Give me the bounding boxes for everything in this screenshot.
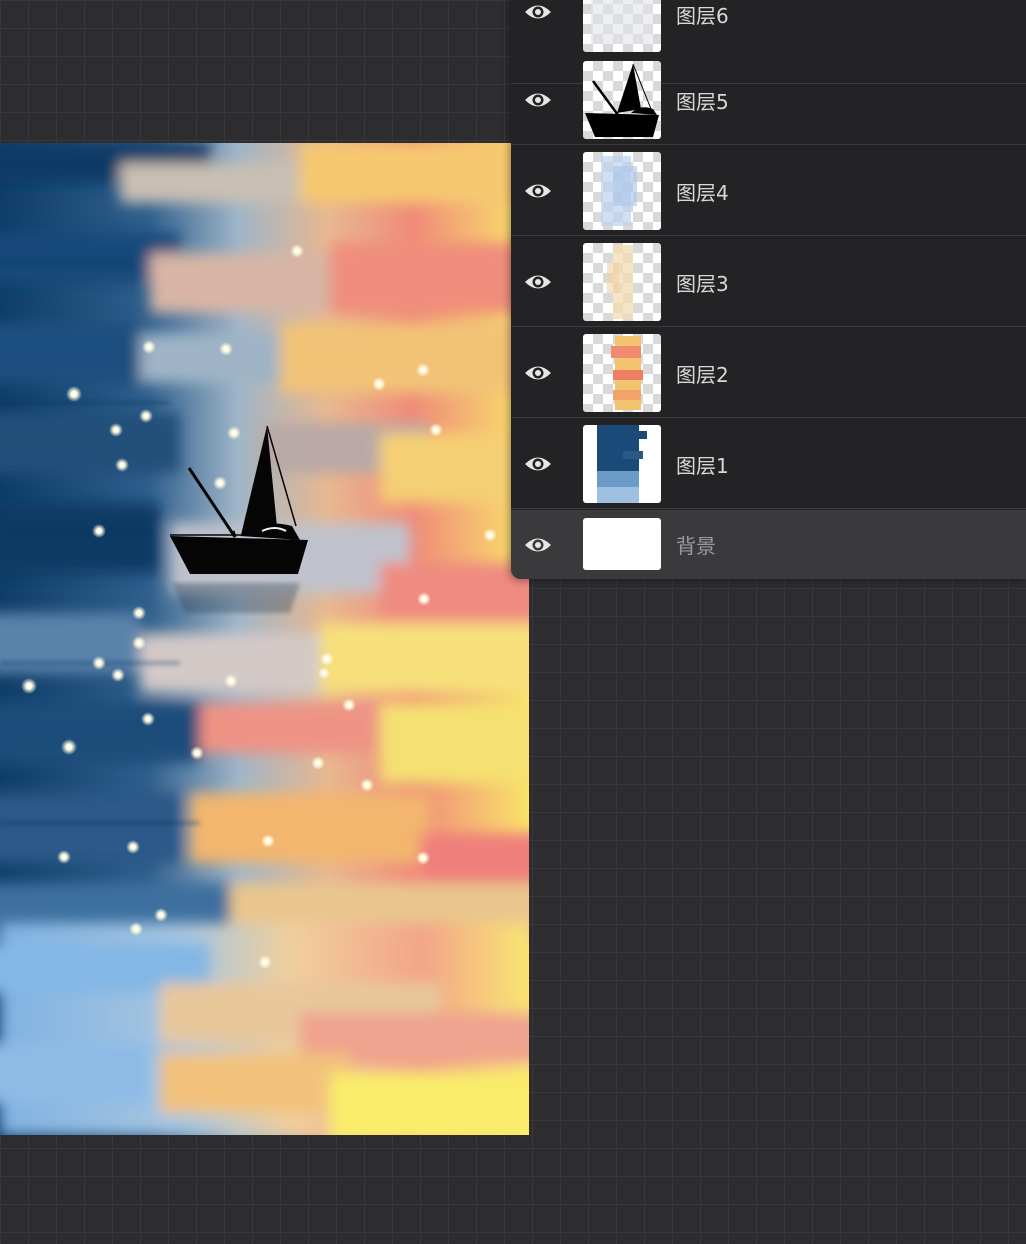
layer-row-4[interactable]: 图层4 [511, 146, 1026, 236]
eye-icon[interactable] [523, 90, 553, 110]
layer-thumbnail[interactable] [583, 334, 661, 412]
eye-icon[interactable] [523, 454, 553, 474]
layer-thumbnail[interactable] [583, 0, 661, 52]
artwork-image [0, 143, 529, 1135]
layer-row-3[interactable]: 图层3 [511, 237, 1026, 327]
layer-name: 图层6 [676, 4, 729, 28]
layer-thumbnail[interactable] [583, 152, 661, 230]
artwork-canvas[interactable] [0, 143, 529, 1135]
layer-row-5[interactable]: 图层5 [511, 55, 1026, 145]
eye-icon[interactable] [523, 535, 553, 555]
layer-thumbnail[interactable] [583, 243, 661, 321]
layer-row-2[interactable]: 图层2 [511, 328, 1026, 418]
layer-thumbnail[interactable] [583, 61, 661, 139]
eye-icon[interactable] [523, 2, 553, 22]
eye-icon[interactable] [523, 272, 553, 292]
boat-reflection [172, 583, 300, 613]
layer-row-background[interactable]: 背景 [511, 510, 1026, 579]
layer-row-1[interactable]: 图层1 [511, 419, 1026, 509]
layer-name: 背景 [676, 534, 716, 558]
eye-icon[interactable] [523, 363, 553, 383]
layer-name: 图层5 [676, 90, 729, 114]
layer-name: 图层1 [676, 454, 729, 478]
layer-name: 图层2 [676, 363, 729, 387]
layer-thumbnail[interactable] [583, 518, 661, 570]
eye-icon[interactable] [523, 181, 553, 201]
layer-thumbnail[interactable] [583, 425, 661, 503]
layers-panel: 图层6 图层5 图层4 图层3 图层2 图层1 背景 [511, 0, 1026, 579]
layer-name: 图层4 [676, 181, 729, 205]
layer-name: 图层3 [676, 272, 729, 296]
